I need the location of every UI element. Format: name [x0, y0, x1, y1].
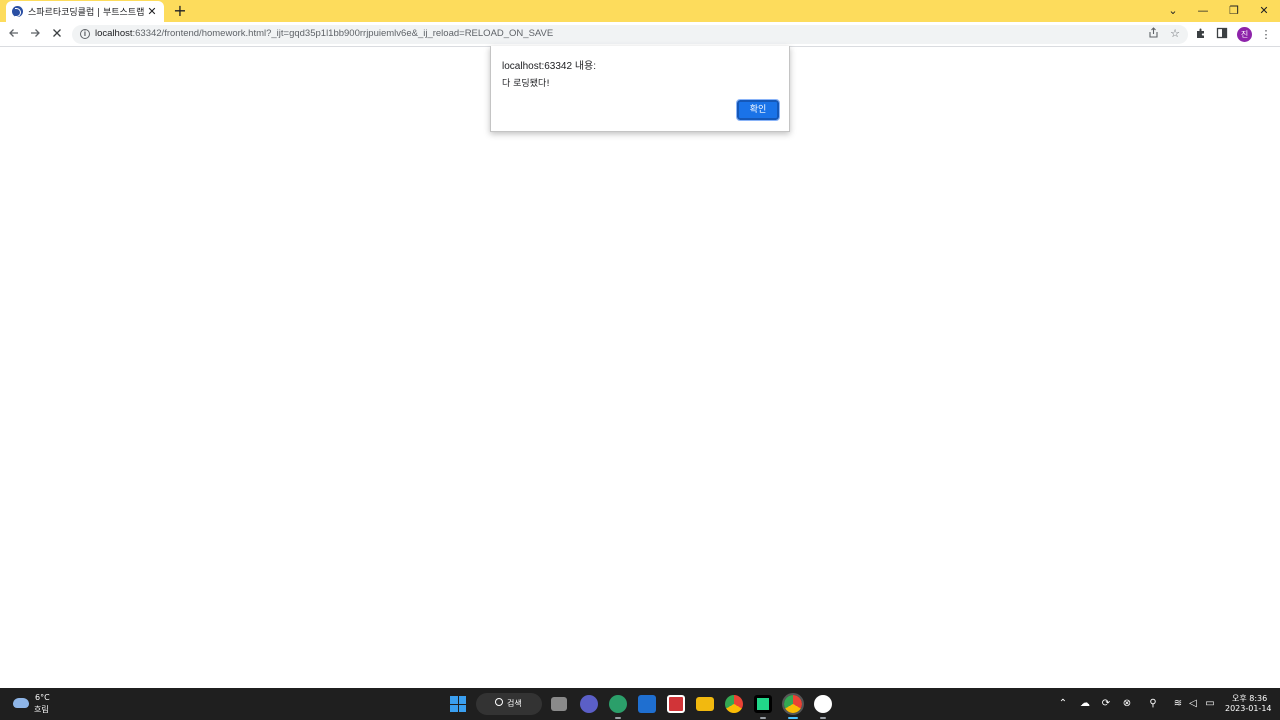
- site-favicon-icon: [12, 6, 23, 17]
- dialog-message: 다 로딩됐다!: [502, 79, 550, 89]
- active-indicator: [788, 717, 798, 719]
- x-circle-icon[interactable]: ⊗: [1120, 697, 1134, 711]
- close-window-icon[interactable]: ✕: [1256, 3, 1272, 19]
- minimize-icon[interactable]: —: [1195, 3, 1211, 19]
- windows-taskbar: 6°C 흐림 검색 ⌃ ☁ ⟳ ⊗ ⚲ ≋ ◁ ▭ 오후 8:36 2023-0…: [0, 688, 1280, 720]
- sync-icon[interactable]: ⟳: [1099, 697, 1113, 711]
- ok-button[interactable]: 확인: [736, 99, 780, 121]
- url-path: :63342/frontend/homework.html?_ijt=gqd35…: [132, 28, 554, 39]
- browser-toolbar: i localhost:63342/frontend/homework.html…: [0, 22, 1280, 47]
- bookmark-star-icon[interactable]: ☆: [1168, 27, 1182, 41]
- running-indicator: [615, 717, 621, 719]
- location-icon[interactable]: ⚲: [1146, 697, 1160, 711]
- close-tab-icon[interactable]: ✕: [146, 5, 158, 18]
- teams-chat-icon[interactable]: [580, 695, 598, 713]
- chrome-profile-icon[interactable]: [782, 693, 804, 715]
- weather-temperature[interactable]: 6°C: [35, 693, 50, 702]
- sync-app-icon[interactable]: [667, 695, 685, 713]
- mail-icon[interactable]: [638, 695, 656, 713]
- tray-overflow-chevron-icon[interactable]: ⌃: [1056, 697, 1070, 711]
- extensions-puzzle-icon[interactable]: [1193, 27, 1209, 43]
- cloud-weather-icon[interactable]: [13, 698, 29, 708]
- profile-avatar[interactable]: 진: [1237, 27, 1252, 42]
- running-indicator: [820, 717, 826, 719]
- weather-description[interactable]: 흐림: [34, 704, 49, 715]
- site-info-icon[interactable]: i: [80, 29, 90, 39]
- pycharm-icon[interactable]: [754, 695, 772, 713]
- back-arrow-icon[interactable]: [6, 27, 22, 43]
- clock-date[interactable]: 2023-01-14: [1225, 704, 1272, 713]
- file-explorer-icon[interactable]: [696, 697, 714, 711]
- task-view-icon[interactable]: [551, 697, 567, 711]
- search-icon: [495, 698, 503, 706]
- share-icon[interactable]: [1146, 27, 1160, 41]
- url-text: localhost:63342/frontend/homework.html?_…: [95, 28, 553, 39]
- side-panel-icon[interactable]: [1214, 27, 1230, 43]
- chrome-icon[interactable]: [725, 695, 743, 713]
- browser-tab[interactable]: 스파르타코딩클럽 | 부트스트랩 ✕: [6, 1, 164, 22]
- edge-browser-icon[interactable]: [609, 695, 627, 713]
- tab-search-icon[interactable]: ⌄: [1165, 3, 1181, 19]
- running-indicator: [760, 717, 766, 719]
- taskbar-search[interactable]: 검색: [476, 693, 542, 715]
- forward-arrow-icon[interactable]: [27, 27, 43, 43]
- onedrive-cloud-icon[interactable]: ☁: [1078, 697, 1092, 711]
- url-host: localhost: [95, 28, 133, 39]
- more-menu-icon[interactable]: ⋮: [1258, 27, 1274, 43]
- alert-dialog: localhost:63342 내용: 다 로딩됐다! 확인: [490, 46, 790, 132]
- address-bar[interactable]: i localhost:63342/frontend/homework.html…: [72, 25, 1188, 44]
- tab-title: 스파르타코딩클럽 | 부트스트랩: [28, 8, 145, 18]
- restore-icon[interactable]: ❐: [1226, 3, 1242, 19]
- clock-time[interactable]: 오후 8:36: [1232, 693, 1267, 704]
- stop-loading-icon[interactable]: [49, 27, 65, 43]
- new-tab-button[interactable]: +: [172, 3, 188, 19]
- search-label: 검색: [507, 699, 522, 708]
- volume-icon[interactable]: ◁: [1186, 697, 1200, 711]
- start-windows-icon[interactable]: [450, 696, 466, 712]
- slack-icon[interactable]: [814, 695, 832, 713]
- dialog-origin-label: localhost:63342 내용:: [502, 61, 597, 72]
- tab-strip: 스파르타코딩클럽 | 부트스트랩 ✕ + ⌄ — ❐ ✕: [0, 0, 1280, 22]
- battery-icon[interactable]: ▭: [1203, 697, 1217, 711]
- wifi-icon[interactable]: ≋: [1171, 697, 1185, 711]
